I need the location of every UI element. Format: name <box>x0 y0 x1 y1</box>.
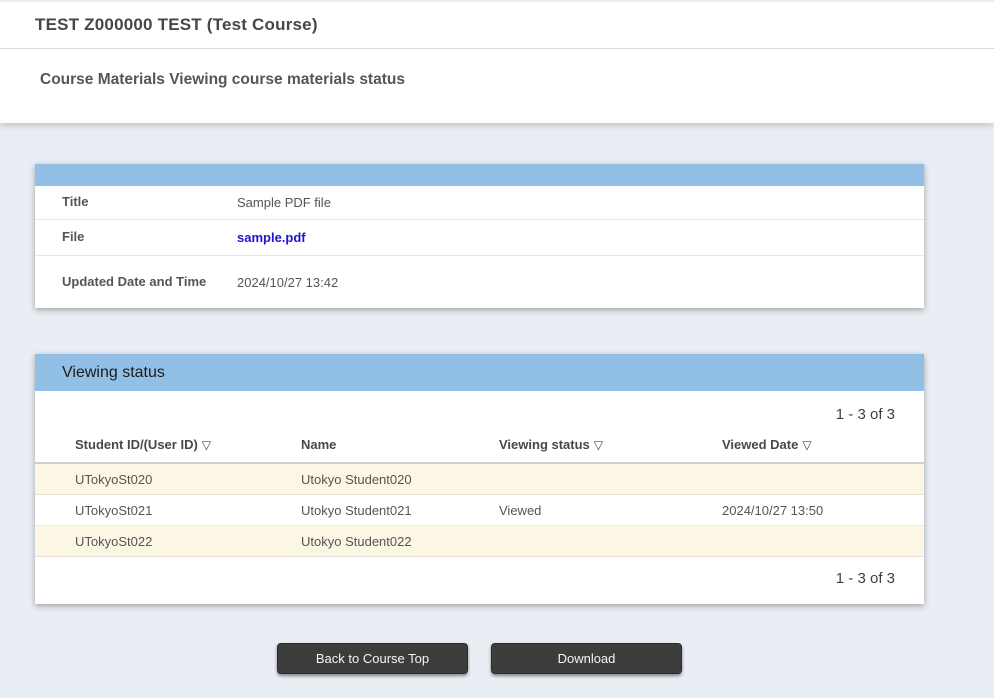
cell-student-id: UTokyoSt020 <box>75 472 301 487</box>
pagination-top: 1 - 3 of 3 <box>35 391 924 431</box>
cell-name: Utokyo Student020 <box>301 472 499 487</box>
file-link[interactable]: sample.pdf <box>237 230 306 245</box>
main-content: Title Sample PDF file File sample.pdf Up… <box>35 164 924 698</box>
material-file-label: File <box>62 229 237 246</box>
material-file-row: File sample.pdf <box>35 220 924 256</box>
back-to-course-top-button[interactable]: Back to Course Top <box>277 643 468 674</box>
table-row: UTokyoSt020 Utokyo Student020 <box>35 464 924 495</box>
pagination-bottom: 1 - 3 of 3 <box>35 557 924 604</box>
cell-name: Utokyo Student022 <box>301 534 499 549</box>
sort-student-id-icon[interactable]: ▽ <box>202 438 211 452</box>
page-header: TEST Z000000 TEST (Test Course) Course M… <box>0 0 994 123</box>
viewing-status-section-header: Viewing status <box>35 354 924 391</box>
column-header-student-id: Student ID/(User ID)▽ <box>75 437 301 452</box>
viewing-status-title: Viewing status <box>62 364 165 382</box>
material-detail-card: Title Sample PDF file File sample.pdf Up… <box>35 164 924 308</box>
page-title-bar: Course Materials Viewing course material… <box>0 49 994 123</box>
material-updated-row: Updated Date and Time 2024/10/27 13:42 <box>35 256 924 308</box>
course-title: TEST Z000000 TEST (Test Course) <box>35 15 318 35</box>
cell-viewed-date: 2024/10/27 13:50 <box>722 503 924 518</box>
download-button[interactable]: Download <box>491 643 682 674</box>
material-title-value: Sample PDF file <box>237 195 331 210</box>
cell-name: Utokyo Student021 <box>301 503 499 518</box>
column-header-name: Name <box>301 437 499 452</box>
column-header-viewed-date: Viewed Date▽ <box>722 437 924 452</box>
cell-viewing-status: Viewed <box>499 503 722 518</box>
material-updated-label: Updated Date and Time <box>62 274 237 291</box>
cell-student-id: UTokyoSt021 <box>75 503 301 518</box>
sort-viewed-date-icon[interactable]: ▽ <box>802 438 811 452</box>
cell-student-id: UTokyoSt022 <box>75 534 301 549</box>
material-section-header <box>35 164 924 186</box>
table-row: UTokyoSt021 Utokyo Student021 Viewed 202… <box>35 495 924 526</box>
sort-viewing-status-icon[interactable]: ▽ <box>594 438 603 452</box>
viewing-status-card: Viewing status 1 - 3 of 3 Student ID/(Us… <box>35 354 924 604</box>
table-row: UTokyoSt022 Utokyo Student022 <box>35 526 924 557</box>
column-header-viewing-status: Viewing status▽ <box>499 437 722 452</box>
action-button-row: Back to Course Top Download <box>35 643 924 698</box>
course-title-bar: TEST Z000000 TEST (Test Course) <box>0 2 994 49</box>
table-header-row: Student ID/(User ID)▽ Name Viewing statu… <box>35 431 924 464</box>
page-title: Course Materials Viewing course material… <box>40 71 405 89</box>
material-title-label: Title <box>62 194 237 211</box>
material-updated-value: 2024/10/27 13:42 <box>237 275 338 290</box>
material-title-row: Title Sample PDF file <box>35 186 924 220</box>
